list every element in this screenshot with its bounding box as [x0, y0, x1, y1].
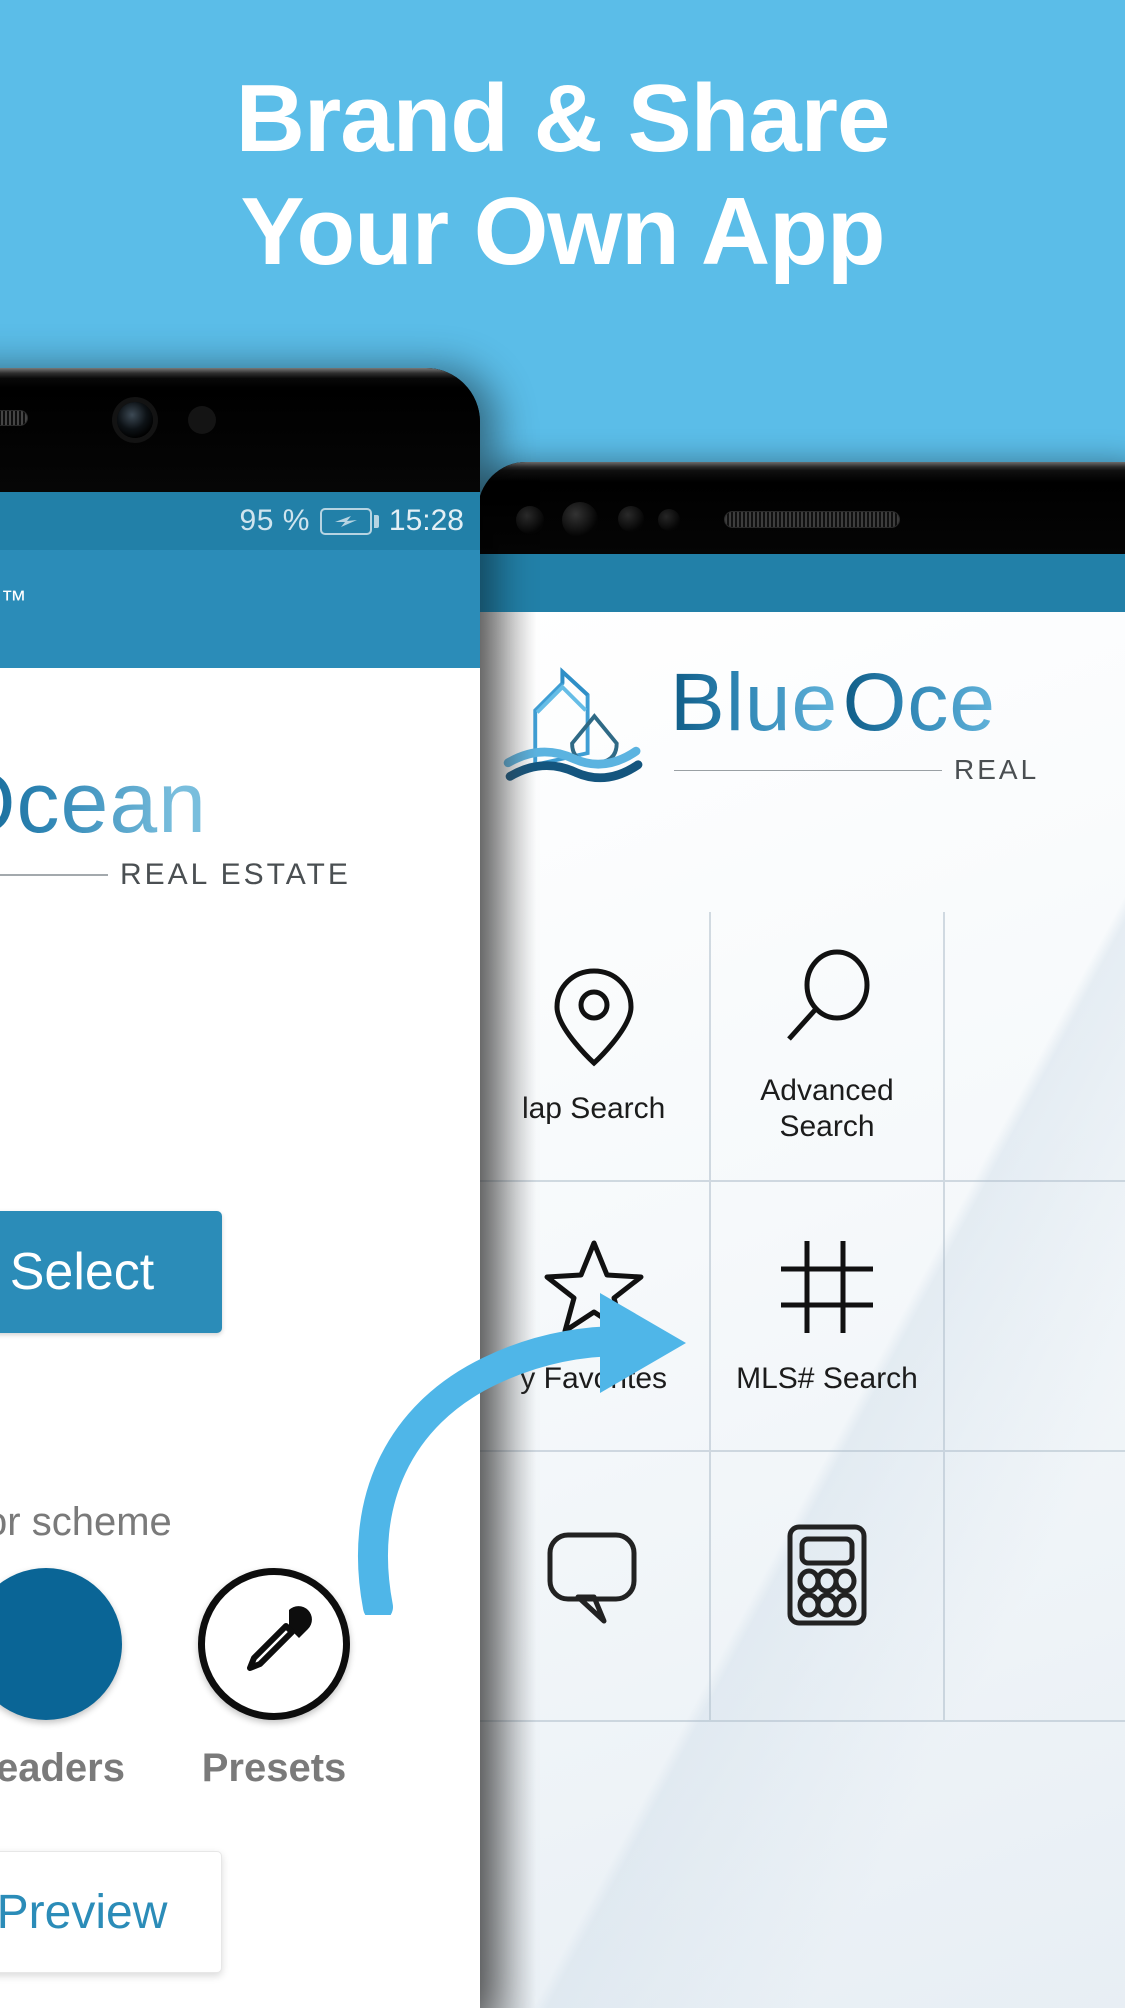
- left-phone-device: 95 % 15:28 & Share™ Blue Ocean: [0, 368, 480, 2008]
- hashtag-icon: [777, 1235, 877, 1339]
- magnifier-icon: [779, 947, 875, 1051]
- logo-rule: [674, 769, 942, 771]
- grid-item-empty-3[interactable]: [944, 1452, 1125, 1722]
- grid-item-empty-2[interactable]: [944, 1182, 1125, 1452]
- front-camera-lens-icon: [562, 502, 598, 538]
- logo-word-ocean: Ocean: [0, 755, 207, 851]
- left-phone-brand-logo: Blue Ocean REAL ESTATE: [0, 760, 351, 892]
- battery-percent-label: 95 %: [239, 504, 310, 537]
- map-pin-icon: [548, 965, 640, 1069]
- color-option-headers[interactable]: Headers: [0, 1568, 126, 1791]
- curved-arrow-icon: [357, 1293, 686, 1615]
- headline-ampersand: &: [533, 65, 603, 172]
- app-bar: & Share™: [0, 550, 480, 668]
- light-sensor-icon: [658, 509, 680, 531]
- headline-line1-a: Brand: [235, 65, 509, 172]
- grid-item-map-search[interactable]: lap Search: [478, 912, 712, 1182]
- grid-item-empty-1[interactable]: [944, 912, 1125, 1182]
- color-option-label: Presets: [201, 1746, 347, 1790]
- logo-subtitle: REAL ESTATE: [120, 858, 351, 891]
- status-bar-clock: 15:28: [388, 504, 464, 537]
- logo-rule: [0, 874, 108, 876]
- headline-line1-b: Share: [627, 65, 891, 172]
- promo-screenshot: Brand & Share Your Own App Blue Oce REAL…: [0, 0, 1125, 2008]
- page-title: Brand & Share Your Own App: [0, 62, 1125, 289]
- color-scheme-description: ur detailed color scheme: [0, 1500, 172, 1544]
- earpiece-speaker-icon: [724, 511, 900, 528]
- headers-color-circle[interactable]: [0, 1568, 122, 1720]
- proximity-sensor-icon: [618, 506, 644, 532]
- logo-word-ocean: Oce: [842, 657, 996, 748]
- grid-item-advanced-search[interactable]: Advanced Search: [711, 912, 945, 1182]
- preview-button[interactable]: Preview: [0, 1851, 222, 1973]
- blue-ocean-house-wave-logo: [503, 667, 643, 783]
- logo-subtitle: REAL: [954, 754, 1040, 785]
- headline-line2: Your Own App: [240, 178, 886, 286]
- grid-item-label: MLS# Search: [736, 1362, 918, 1395]
- battery-charging-icon: [319, 507, 379, 535]
- trademark-symbol: ™: [0, 584, 27, 615]
- right-phone-brand-logo: Blue Oce REAL: [502, 660, 1039, 788]
- preview-row: Preview: [0, 1851, 480, 1973]
- color-option-label: Headers: [0, 1746, 125, 1790]
- app-bar-title: & Share™: [0, 580, 27, 638]
- left-phone-bezel-gloss: [0, 368, 480, 378]
- logo-word-blue: Blue: [670, 657, 839, 748]
- right-phone-top-bezel: [478, 462, 1125, 554]
- right-phone-bezel-gloss: [478, 462, 1125, 471]
- right-phone-status-bar: [478, 554, 1125, 612]
- calculator-icon: [784, 1523, 870, 1627]
- front-camera-icon: [516, 506, 544, 534]
- front-camera-icon: [117, 402, 153, 438]
- left-phone-status-bar: 95 % 15:28: [0, 492, 480, 550]
- proximity-sensor-icon: [188, 406, 216, 434]
- grid-item-mls-search[interactable]: MLS# Search: [711, 1182, 945, 1452]
- grid-item-label: lap Search: [521, 1092, 666, 1125]
- charging-bolt-icon: [334, 516, 357, 527]
- earpiece-speaker-icon: [0, 410, 28, 426]
- left-phone-top-bezel: [0, 368, 480, 492]
- grid-item-calculator[interactable]: [711, 1452, 945, 1722]
- grid-item-label: Advanced Search: [760, 1074, 894, 1143]
- select-button[interactable]: Select: [0, 1211, 222, 1333]
